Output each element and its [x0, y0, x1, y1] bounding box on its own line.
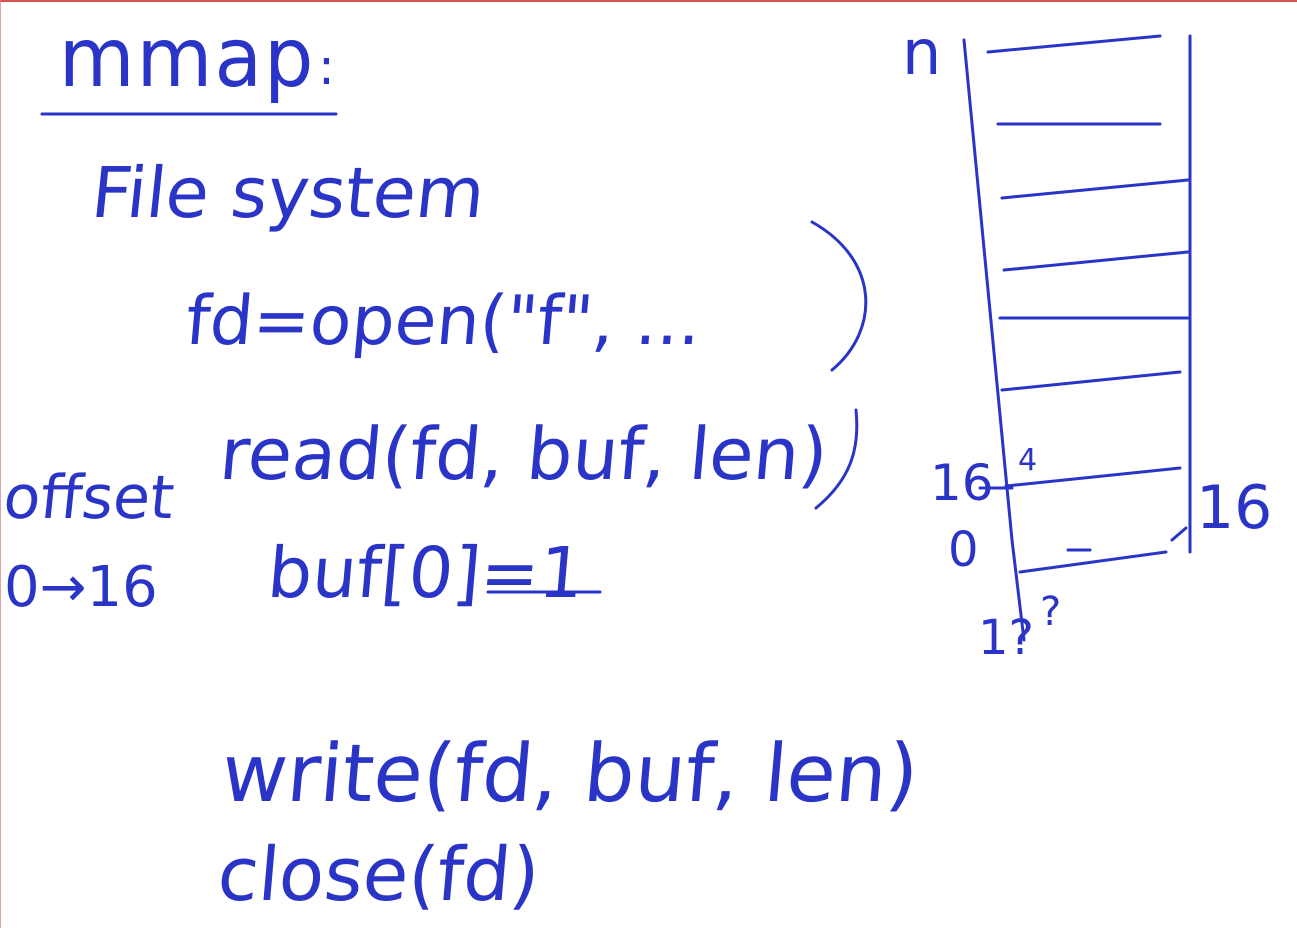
stack-line-6: [1000, 370, 1182, 392]
right-16-tick: [1170, 526, 1188, 542]
stack-left-side: [962, 38, 1026, 642]
closing-paren-read: [814, 408, 859, 510]
handwriting-strokes: [40, 34, 1192, 642]
stack-line-1: [986, 34, 1162, 54]
stack-line-3: [1000, 178, 1190, 200]
stack-line-4: [1002, 250, 1190, 272]
stack-line-8: [1018, 550, 1168, 574]
closing-paren-open: [810, 220, 868, 372]
stack-line-7: [1004, 466, 1182, 488]
